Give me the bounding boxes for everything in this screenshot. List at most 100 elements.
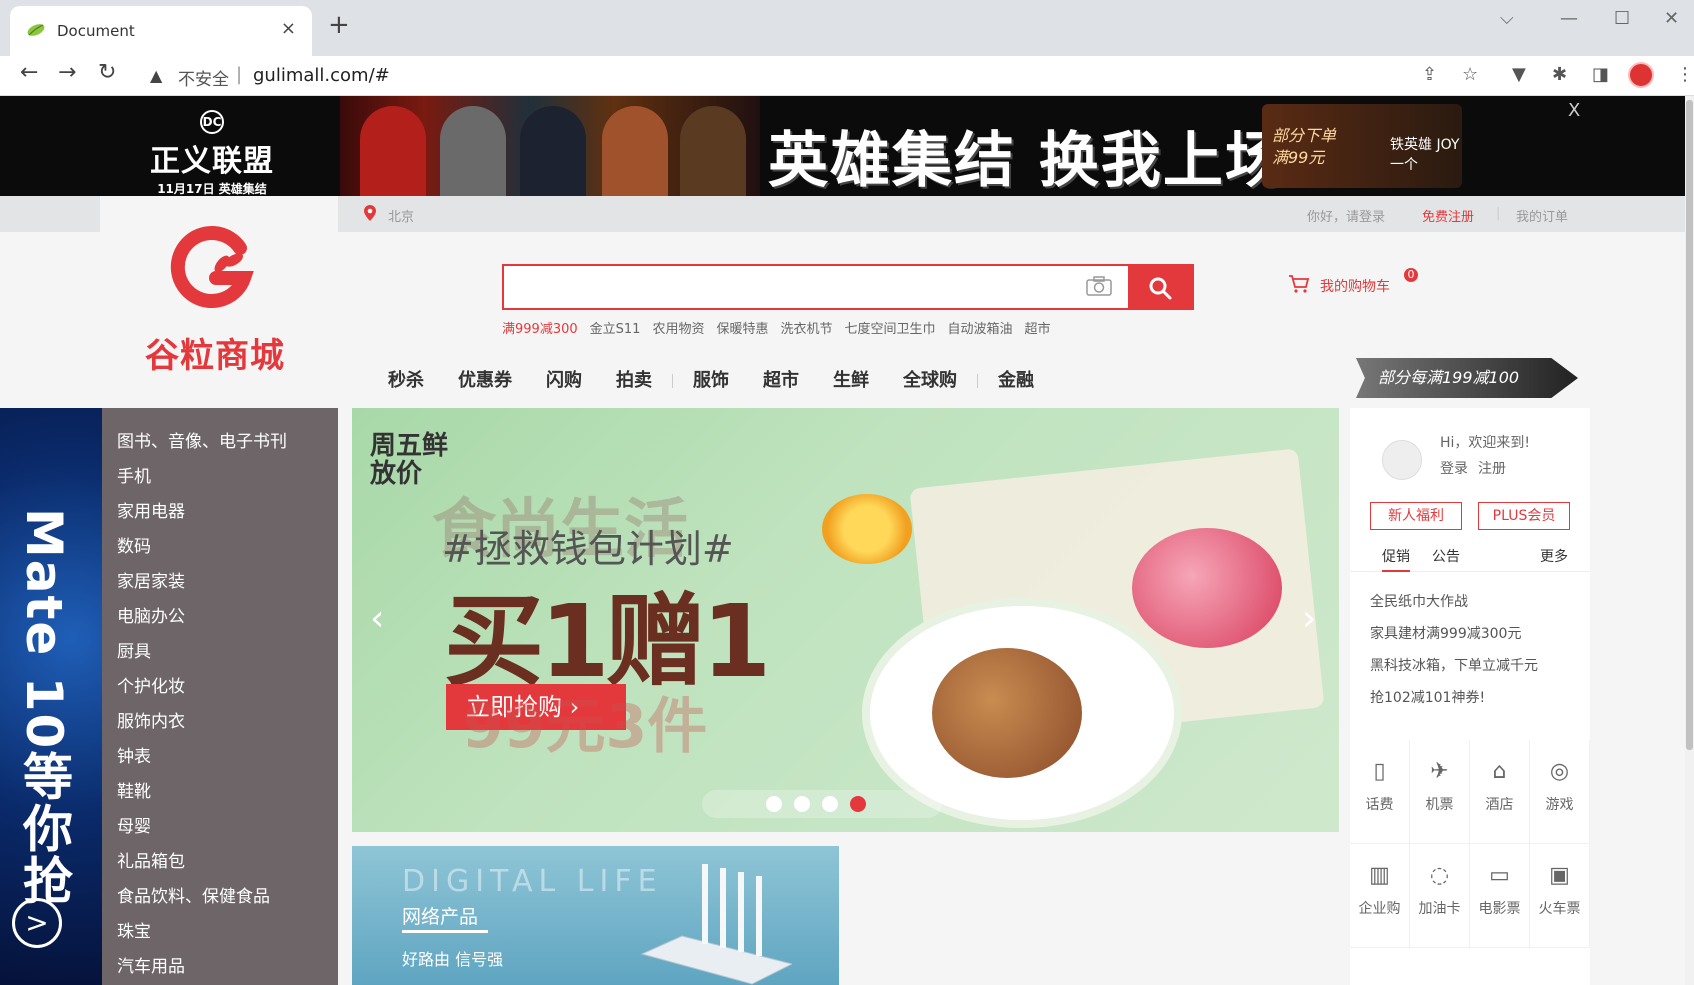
service-train[interactable]: ▣ 火车票 [1530,844,1590,948]
side-panel-icon[interactable]: ◨ [1592,64,1609,85]
service-airplane[interactable]: ✈ 机票 [1410,740,1470,844]
profile-avatar[interactable] [1628,62,1654,88]
scrollbar-thumb[interactable] [1686,100,1693,750]
gulimall-logo-icon[interactable] [170,226,256,312]
hot-word[interactable]: 保暖特惠 [716,322,768,337]
hot-word[interactable]: 满999减300 [502,322,578,337]
category-item[interactable]: 母婴 [102,815,338,850]
nav-item[interactable]: 超市 [763,366,799,392]
location-city[interactable]: 北京 [388,206,414,225]
network-products-banner[interactable]: DIGITAL LIFE 网络产品 好路由 信号强 [352,846,839,985]
extensions-puzzle-icon[interactable]: ✱ [1552,64,1567,85]
share-icon[interactable]: ⇪ [1422,64,1437,85]
logo-text[interactable]: 谷粒商城 [145,328,285,377]
new-tab-button[interactable]: + [328,12,350,38]
category-item[interactable]: 电脑办公 [102,605,338,640]
news-item[interactable]: 黑科技冰箱，下单立减千元 [1370,650,1538,682]
hot-word[interactable]: 金立S11 [590,322,641,337]
panel-login-link[interactable]: 登录 [1440,458,1468,478]
window-close-icon[interactable]: ✕ [1664,8,1679,29]
location-pin-icon[interactable] [364,205,376,221]
carousel-dot[interactable] [794,796,810,812]
minimize-icon[interactable]: — [1560,8,1578,29]
hot-word[interactable]: 自动波箱油 [948,322,1013,337]
service-building[interactable]: ▥ 企业购 [1350,844,1410,948]
promo-badge[interactable]: 部分每满199减100 [1356,358,1578,398]
hot-word[interactable]: 农用物资 [652,322,704,337]
left-side-ad[interactable]: Mate 10等你抢 > [0,408,102,985]
building-icon: ▥ [1369,863,1390,888]
maximize-icon[interactable]: ☐ [1614,8,1630,29]
register-link[interactable]: 免费注册 [1422,206,1474,225]
tab-search-chevron-icon[interactable]: ⌵ [1500,8,1514,29]
service-hotel[interactable]: ⌂ 酒店 [1470,740,1530,844]
search-input[interactable] [504,266,1074,308]
nav-item[interactable]: 拍卖 [616,366,652,392]
category-item[interactable]: 手机 [102,465,338,500]
search-button[interactable] [1128,264,1194,310]
category-item[interactable]: 家居家装 [102,570,338,605]
category-item[interactable]: 个护化妆 [102,675,338,710]
category-item[interactable]: 珠宝 [102,920,338,955]
news-item[interactable]: 家具建材满999减300元 [1370,618,1538,650]
category-item[interactable]: 汽车用品 [102,955,338,985]
category-item[interactable]: 钟表 [102,745,338,780]
panel-register-link[interactable]: 注册 [1478,458,1506,478]
news-item[interactable]: 抢102减101神券! [1370,682,1538,714]
new-user-benefits-button[interactable]: 新人福利 [1370,502,1462,530]
browser-tab[interactable]: Document × [10,6,312,56]
tab-close-icon[interactable]: × [281,18,296,39]
more-menu-icon[interactable]: ⋮ [1676,64,1694,85]
warning-triangle-icon[interactable]: ▲ [150,66,162,85]
hot-word[interactable]: 超市 [1025,322,1051,337]
category-item[interactable]: 礼品箱包 [102,850,338,885]
promo-line: 部分下单 [1272,126,1337,145]
service-gamepad[interactable]: ◎ 游戏 [1530,740,1590,844]
service-phone-bill[interactable]: ▯ 话费 [1350,740,1410,844]
category-item[interactable]: 数码 [102,535,338,570]
forward-arrow-icon[interactable]: → [58,62,76,84]
back-arrow-icon[interactable]: ← [20,62,38,84]
more-link[interactable]: 更多 [1540,546,1568,566]
nav-item[interactable]: 服饰 [693,366,729,392]
reload-icon[interactable]: ↻ [98,62,116,84]
user-avatar[interactable] [1382,440,1422,480]
bookmark-star-icon[interactable]: ☆ [1462,64,1478,85]
category-item[interactable]: 食品饮料、保健食品 [102,885,338,920]
nav-item[interactable]: 全球购 [903,366,957,392]
nav-item[interactable]: 生鲜 [833,366,869,392]
nav-item[interactable]: 金融 [998,366,1034,392]
login-link[interactable]: 你好，请登录 [1307,206,1385,225]
banner-date: 11月17日 英雄集结 [157,182,267,196]
nav-item[interactable]: 优惠券 [458,366,512,392]
tab-notices[interactable]: 公告 [1432,546,1460,566]
insecure-label[interactable]: 不安全 [178,65,229,90]
main-carousel[interactable]: 周五鲜放价 食尚生活 #拯救钱包计划# 买1赠1 立即抢购 › 99元3件 ‹ … [352,408,1339,832]
carousel-next-icon[interactable]: › [1302,598,1316,639]
news-item[interactable]: 全民纸巾大作战 [1370,586,1538,618]
category-item[interactable]: 厨具 [102,640,338,675]
banner-close-icon[interactable]: X [1568,100,1580,121]
my-orders-link[interactable]: 我的订单 [1516,206,1568,225]
category-item[interactable]: 服饰内衣 [102,710,338,745]
extension-v-icon[interactable]: ▼ [1512,64,1526,85]
tab-promotions[interactable]: 促销 [1382,546,1410,572]
plus-member-button[interactable]: PLUS会员 [1478,502,1570,530]
service-fuel-drop[interactable]: ◌ 加油卡 [1410,844,1470,948]
carousel-prev-icon[interactable]: ‹ [370,598,384,639]
carousel-dot[interactable] [850,796,866,812]
category-item[interactable]: 家用电器 [102,500,338,535]
service-movie-camera[interactable]: ▭ 电影票 [1470,844,1530,948]
address-bar-url[interactable]: gulimall.com/# [253,65,390,86]
top-ad-banner[interactable]: DC 正义联盟 11月17日 英雄集结 英雄集结 换我上场 部分下单 满99元 … [0,96,1685,196]
nav-item[interactable]: 秒杀 [388,366,424,392]
hot-word[interactable]: 七度空间卫生巾 [844,322,935,337]
camera-search-icon[interactable] [1086,276,1112,296]
carousel-dot[interactable] [822,796,838,812]
category-item[interactable]: 鞋靴 [102,780,338,815]
carousel-dot[interactable] [766,796,782,812]
nav-item[interactable]: 闪购 [546,366,582,392]
category-item[interactable]: 图书、音像、电子书刊 [102,430,338,465]
ad-arrow-icon[interactable]: > [12,898,62,948]
hot-word[interactable]: 洗衣机节 [780,322,832,337]
